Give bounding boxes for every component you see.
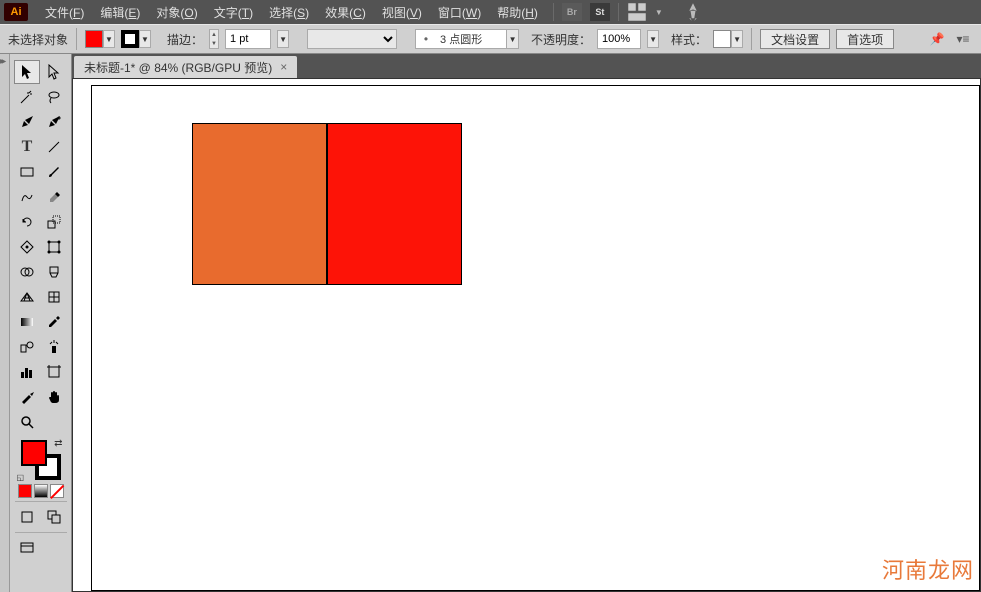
panel-menu-icon[interactable]: ▾≡ <box>953 30 973 48</box>
width-tool[interactable] <box>14 235 40 259</box>
stroke-color-picker[interactable]: ▼ <box>121 30 151 48</box>
default-fill-stroke-icon[interactable]: ◱ <box>17 473 25 482</box>
paintbrush-tool[interactable] <box>41 160 67 184</box>
stroke-weight-dropdown[interactable]: ▼ <box>277 30 289 48</box>
control-bar: 未选择对象 ▼ ▼ 描边： ▲▼ ▼ • 3 点圆形 ▼ 不透明度： ▼ 样式：… <box>0 24 981 54</box>
lasso-tool[interactable] <box>41 85 67 109</box>
stroke-weight-stepper[interactable]: ▲▼ <box>209 29 219 49</box>
gradient-tool[interactable] <box>14 310 40 334</box>
doc-setup-button[interactable]: 文档设置 <box>760 29 830 49</box>
selection-tool[interactable] <box>14 60 40 84</box>
eraser-tool[interactable] <box>41 185 67 209</box>
stroke-weight-input[interactable] <box>225 29 271 49</box>
eyedropper-tool[interactable] <box>41 310 67 334</box>
draw-normal-icon[interactable] <box>14 505 40 529</box>
menu-file[interactable]: 文件(F) <box>38 2 91 23</box>
rectangle-shape-2[interactable] <box>327 123 462 285</box>
zoom-tool[interactable] <box>14 410 40 434</box>
column-graph-tool[interactable] <box>14 360 40 384</box>
gpu-rocket-icon[interactable] <box>683 3 703 21</box>
rotate-tool[interactable] <box>14 210 40 234</box>
menu-effect[interactable]: 效果(C) <box>318 2 373 23</box>
brush-dot-icon: • <box>416 32 436 46</box>
main-area: T ⇄ ◱ <box>0 54 981 592</box>
free-transform-tool[interactable] <box>41 235 67 259</box>
tab-close-icon[interactable]: × <box>280 60 287 74</box>
fill-stroke-control[interactable]: ⇄ ◱ <box>21 440 61 480</box>
titlebar: Ai 文件(F) 编辑(E) 对象(O) 文字(T) 选择(S) 效果(C) 视… <box>0 0 981 24</box>
toolbox: T ⇄ ◱ <box>10 54 72 592</box>
app-logo: Ai <box>4 3 28 21</box>
document-tab-title: 未标题-1* @ 84% (RGB/GPU 预览) <box>84 59 272 76</box>
draw-behind-icon[interactable] <box>41 505 67 529</box>
symbol-sprayer-tool[interactable] <box>41 335 67 359</box>
arrange-icon[interactable] <box>627 3 647 21</box>
fill-swatch[interactable] <box>21 440 47 466</box>
slice-tool[interactable] <box>14 385 40 409</box>
menu-help[interactable]: 帮助(H) <box>490 2 545 23</box>
panel-collapse-handle[interactable] <box>0 54 10 592</box>
style-label: 样式： <box>671 31 707 48</box>
direct-selection-tool[interactable] <box>41 60 67 84</box>
mesh-tool[interactable] <box>41 285 67 309</box>
document-tab[interactable]: 未标题-1* @ 84% (RGB/GPU 预览) × <box>74 56 297 78</box>
menu-type[interactable]: 文字(T) <box>207 2 260 23</box>
fill-color-picker[interactable]: ▼ <box>85 30 115 48</box>
document-tab-bar: 未标题-1* @ 84% (RGB/GPU 预览) × <box>72 54 981 78</box>
stock-icon[interactable]: St <box>590 3 610 21</box>
live-paint-tool[interactable] <box>41 260 67 284</box>
pen-tool[interactable] <box>14 110 40 134</box>
swap-fill-stroke-icon[interactable]: ⇄ <box>54 438 62 449</box>
watermark: 河南龙网 <box>882 553 974 585</box>
curvature-tool[interactable] <box>41 110 67 134</box>
stroke-label: 描边： <box>167 31 203 48</box>
magic-wand-tool[interactable] <box>14 85 40 109</box>
line-tool[interactable] <box>41 135 67 159</box>
gradient-mode-swatch[interactable] <box>34 484 48 498</box>
none-mode-swatch[interactable] <box>50 484 64 498</box>
canvas[interactable]: 河南龙网 <box>72 78 981 592</box>
type-tool[interactable]: T <box>14 135 40 159</box>
brush-dropdown[interactable]: ▼ <box>506 30 518 48</box>
opacity-dropdown[interactable]: ▼ <box>647 30 659 48</box>
shape-builder-tool[interactable] <box>14 260 40 284</box>
shaper-tool[interactable] <box>14 185 40 209</box>
menu-select[interactable]: 选择(S) <box>262 2 316 23</box>
opacity-label: 不透明度： <box>531 31 591 48</box>
bridge-icon[interactable]: Br <box>562 3 582 21</box>
selection-status: 未选择对象 <box>8 31 68 48</box>
rectangle-tool[interactable] <box>14 160 40 184</box>
prefs-button[interactable]: 首选项 <box>836 29 894 49</box>
artboard-tool[interactable] <box>41 360 67 384</box>
rectangle-shape-1[interactable] <box>192 123 327 285</box>
pin-icon[interactable]: 📌 <box>927 30 947 48</box>
style-picker[interactable]: ▼ <box>713 30 743 48</box>
brush-label: 3 点圆形 <box>436 31 506 47</box>
screen-mode-icon[interactable] <box>14 536 40 560</box>
menu-window[interactable]: 窗口(W) <box>431 2 488 23</box>
hand-tool[interactable] <box>41 385 67 409</box>
stroke-profile-select[interactable] <box>307 29 397 49</box>
menu-edit[interactable]: 编辑(E) <box>93 2 147 23</box>
arrange-dropdown-icon[interactable]: ▼ <box>649 3 669 21</box>
menu-object[interactable]: 对象(O) <box>149 2 204 23</box>
perspective-grid-tool[interactable] <box>14 285 40 309</box>
menu-view[interactable]: 视图(V) <box>375 2 429 23</box>
color-mode-swatch[interactable] <box>18 484 32 498</box>
opacity-input[interactable] <box>597 29 641 49</box>
blend-tool[interactable] <box>14 335 40 359</box>
scale-tool[interactable] <box>41 210 67 234</box>
